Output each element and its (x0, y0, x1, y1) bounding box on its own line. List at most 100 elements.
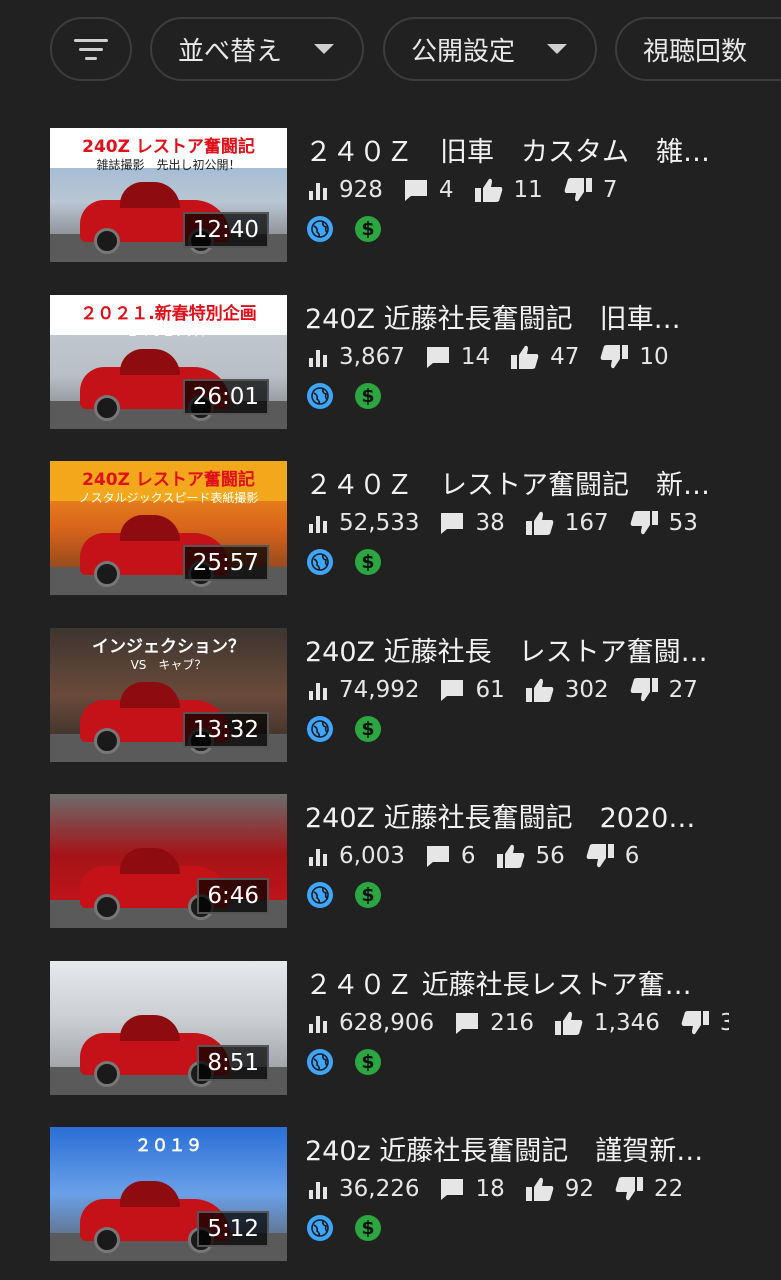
video-thumbnail[interactable]: 8:51 (50, 960, 287, 1095)
filter-bar: 並べ替え 公開設定 視聴回数 (0, 0, 781, 100)
sort-dropdown[interactable]: 並べ替え (150, 17, 364, 81)
thumbs-up-icon (525, 678, 554, 702)
views-stat: 3,867 (307, 344, 405, 370)
video-title[interactable]: ２４０Ｚ 旧車 カスタム 雑… (305, 130, 731, 169)
views-icon (309, 1015, 327, 1033)
caret-down-icon (547, 44, 567, 54)
thumbs-down-icon (630, 511, 658, 535)
video-title[interactable]: 240Z 近藤社長奮闘記 2020… (305, 796, 731, 835)
comments-stat: 4 (403, 177, 454, 203)
video-badges: $ (307, 715, 403, 742)
thumbs-up-icon (496, 844, 524, 868)
comment-icon (441, 513, 464, 534)
video-badges: $ (307, 1048, 403, 1075)
thumbs-down-icon (615, 1177, 644, 1201)
video-stats: 628,906 216 1,346 3 (307, 1006, 729, 1040)
views-icon (309, 849, 327, 866)
filter-icon (73, 33, 109, 66)
dislikes-count: 3 (719, 1009, 729, 1036)
views-icon (309, 682, 327, 700)
video-stats: 6,003 6 56 6 (307, 839, 729, 873)
views-stat: 52,533 (307, 510, 419, 536)
video-thumbnail[interactable]: インジェクション？ VS キャブ？ 13:32 (50, 627, 287, 762)
video-title[interactable]: ２４０Ｚ レストア奮闘記 新… (305, 463, 731, 502)
monetization-dollar-icon: $ (355, 1215, 381, 1241)
thumbnail-caption: 240Z レストア奮闘記 (82, 137, 255, 157)
thumbnail-subcaption: ２４０Ｚレスト (126, 324, 211, 339)
video-row[interactable]: 240Z レストア奮闘記 雑誌撮影 先出し初公開！ 12:40 ２４０Ｚ 旧車 … (0, 128, 781, 268)
thumbs-down-icon (601, 344, 629, 368)
filter-button[interactable] (50, 17, 132, 81)
views-icon (309, 1182, 327, 1199)
views-count: 6,003 (339, 843, 405, 869)
likes-count: 92 (564, 1176, 595, 1202)
video-duration: 6:46 (197, 878, 269, 914)
likes-stat: 56 (496, 843, 565, 869)
dislikes-stat: 3 (680, 1010, 729, 1036)
public-globe-icon (307, 1048, 333, 1075)
video-row[interactable]: インジェクション？ VS キャブ？ 13:32 240Z 近藤社長 レストア奮闘… (0, 627, 781, 768)
video-thumbnail[interactable]: ２０１９ 5:12 (50, 1127, 287, 1261)
video-thumbnail[interactable]: 240Z レストア奮闘記 ノスタルジックスピード表紙撮影 25:57 (50, 461, 287, 595)
views-filter-chip[interactable]: 視聴回数 (615, 17, 781, 81)
comments-stat: 18 (439, 1176, 505, 1202)
sort-label: 並べ替え (178, 36, 283, 67)
video-stats: 3,867 14 47 10 (307, 340, 729, 374)
video-duration: 26:01 (182, 378, 269, 415)
comments-count: 4 (438, 177, 454, 203)
video-duration: 12:40 (182, 212, 269, 248)
public-globe-icon (307, 382, 333, 409)
comment-icon (404, 180, 427, 201)
video-row[interactable]: 6:46 240Z 近藤社長奮闘記 2020… 6,003 6 56 6 $ (0, 794, 781, 934)
thumbs-down-icon (630, 677, 658, 701)
comments-stat: 14 (425, 344, 490, 370)
comment-icon (441, 679, 464, 701)
video-title[interactable]: 240z 近藤社長奮闘記 謹賀新… (305, 1129, 731, 1168)
video-stats: 52,533 38 167 53 (307, 506, 729, 540)
video-badges: $ (307, 216, 403, 242)
likes-stat: 47 (510, 344, 579, 370)
thumbs-up-icon (474, 178, 502, 202)
likes-count: 302 (564, 676, 609, 703)
video-badges: $ (307, 1215, 403, 1241)
dislikes-count: 22 (654, 1176, 684, 1202)
video-title[interactable]: 240Z 近藤社長 レストア奮闘… (305, 630, 731, 669)
monetization-dollar-icon: $ (355, 382, 381, 409)
video-row[interactable]: ２０１９ 5:12 240z 近藤社長奮闘記 謹賀新… 36,226 18 92… (0, 1127, 781, 1267)
video-thumbnail[interactable]: 240Z レストア奮闘記 雑誌撮影 先出し初公開！ 12:40 (50, 128, 287, 262)
visibility-dropdown[interactable]: 公開設定 (383, 17, 597, 81)
video-badges: $ (307, 382, 403, 409)
dislikes-stat: 27 (629, 677, 698, 703)
comments-stat: 38 (439, 510, 505, 536)
comment-icon (441, 1179, 464, 1200)
views-stat: 74,992 (307, 677, 419, 703)
likes-stat: 1,346 (554, 1010, 660, 1036)
thumbs-up-icon (525, 1177, 554, 1201)
video-title[interactable]: 240Z 近藤社長奮闘記 旧車… (305, 297, 731, 336)
dislikes-count: 7 (602, 177, 618, 203)
dislikes-stat: 10 (599, 344, 669, 370)
video-title[interactable]: ２４０Ｚ 近藤社長レストア奮… (305, 963, 731, 1002)
comment-icon (426, 846, 449, 867)
video-badges: $ (307, 882, 403, 908)
thumbnail-caption: ２０１９ (134, 1136, 203, 1156)
views-label: 視聴回数 (643, 36, 748, 67)
dislikes-stat: 53 (629, 510, 698, 536)
views-icon (309, 349, 327, 367)
thumbs-up-icon (511, 345, 539, 369)
video-row[interactable]: ２０２１.新春特別企画 ２４０Ｚレスト 26:01 240Z 近藤社長奮闘記 旧… (0, 294, 781, 435)
video-badges: $ (307, 549, 403, 575)
views-count: 3,867 (339, 343, 405, 370)
thumbs-down-icon (564, 178, 592, 202)
thumbnail-caption: ２０２１.新春特別企画 (80, 303, 257, 324)
video-stats: 74,992 61 302 27 (307, 673, 729, 707)
video-row[interactable]: 8:51 ２４０Ｚ 近藤社長レストア奮… 628,906 216 1,346 3… (0, 960, 781, 1101)
likes-count: 1,346 (594, 1009, 660, 1036)
views-count: 36,226 (339, 1176, 420, 1202)
video-row[interactable]: 240Z レストア奮闘記 ノスタルジックスピード表紙撮影 25:57 ２４０Ｚ … (0, 461, 781, 601)
video-thumbnail[interactable]: ２０２１.新春特別企画 ２４０Ｚレスト 26:01 (50, 294, 287, 429)
video-thumbnail[interactable]: 6:46 (50, 794, 287, 928)
video-duration: 5:12 (197, 1211, 269, 1247)
dislikes-stat: 7 (563, 177, 618, 203)
public-globe-icon (307, 216, 333, 242)
